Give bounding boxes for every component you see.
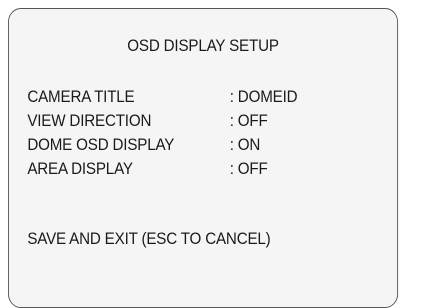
save-and-exit-option[interactable]: SAVE AND EXIT (ESC TO CANCEL) (27, 230, 270, 249)
menu-item-label: DOME OSD DISPLAY (27, 136, 175, 154)
menu-item-value: : ON (229, 136, 261, 154)
menu-item-value: : OFF (229, 112, 268, 130)
menu-item-label: VIEW DIRECTION (27, 112, 152, 130)
osd-display-setup-panel: OSD DISPLAY SETUP CAMERA TITLE : DOMEID … (8, 8, 399, 308)
menu-item-label: AREA DISPLAY (27, 160, 133, 178)
menu-item-value: : OFF (229, 160, 268, 178)
menu-item-value: : DOMEID (229, 88, 298, 106)
menu-title: OSD DISPLAY SETUP (127, 37, 279, 55)
menu-item-label: CAMERA TITLE (27, 88, 135, 106)
